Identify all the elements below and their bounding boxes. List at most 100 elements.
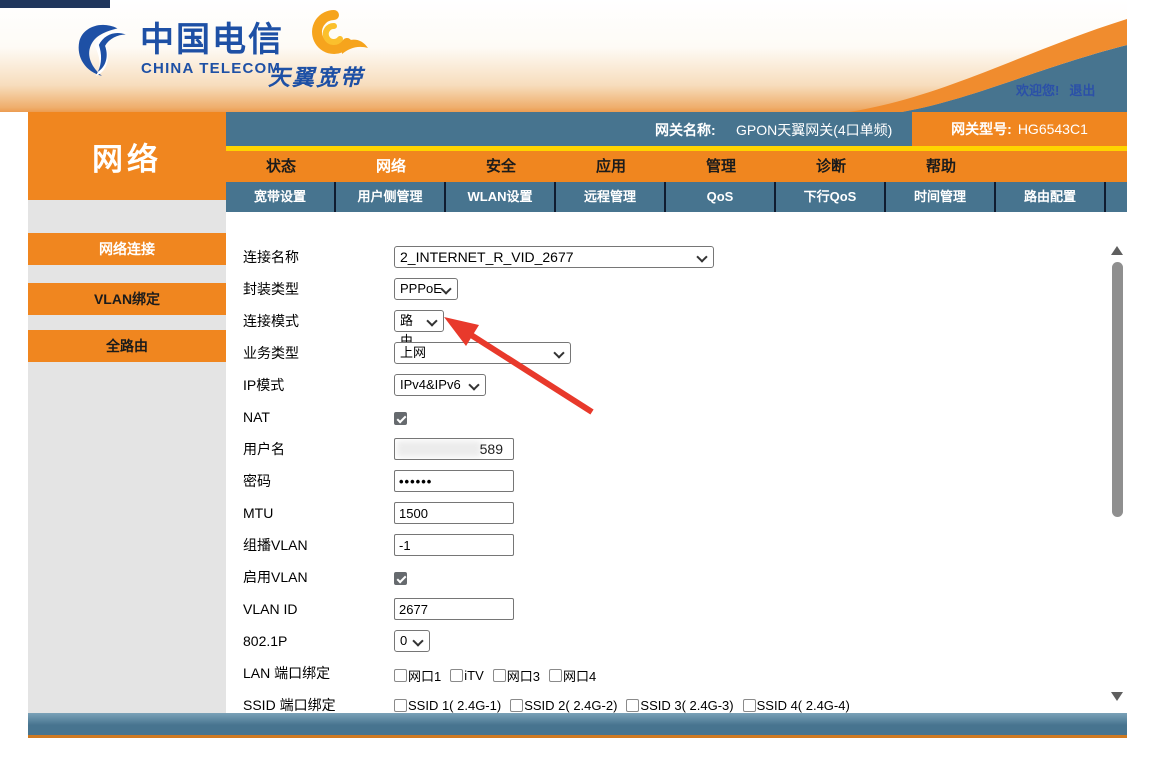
form-row: 业务类型 上网 <box>226 337 1106 369</box>
gateway-name-bar: 网关名称: GPON天翼网关(4口单频) <box>226 112 912 146</box>
form-row: LAN 端口绑定 网口1 iTV 网口3 网口4 <box>226 657 1106 689</box>
logo-text-cn: 中国电信 <box>140 22 284 58</box>
multicast-vlan-label: 组播VLAN <box>243 529 388 561</box>
username-visible-tail: 589 <box>480 441 503 457</box>
form-row: VLAN ID <box>226 593 1106 625</box>
lan-port1-checkbox[interactable] <box>394 669 407 682</box>
sidebar-panel: 网络连接 VLAN绑定 全路由 <box>28 200 226 713</box>
gateway-model-value: HG6543C1 <box>1018 121 1088 137</box>
connection-name-label: 连接名称 <box>243 241 388 273</box>
menu-item-application[interactable]: 应用 <box>556 151 666 182</box>
tab-qos[interactable]: QoS <box>666 182 776 212</box>
service-type-select[interactable]: 上网 <box>394 342 571 364</box>
password-input[interactable] <box>394 470 514 492</box>
encapsulation-type-label: 封装类型 <box>243 273 388 305</box>
gateway-model-label: 网关型号: <box>951 119 1012 139</box>
chevron-down-icon <box>412 635 423 646</box>
logout-link[interactable]: 退出 <box>1069 83 1095 98</box>
tab-downstream-qos[interactable]: 下行QoS <box>776 182 886 212</box>
ip-mode-label: IP模式 <box>243 369 388 401</box>
form-row: 封装类型 PPPoE <box>226 273 1106 305</box>
scrollbar-up-arrow[interactable] <box>1111 246 1123 255</box>
form-row: MTU <box>226 497 1106 529</box>
lan-itv-checkbox[interactable] <box>450 669 463 682</box>
form-row: 802.1P 0 <box>226 625 1106 657</box>
sidebar-item-full-route[interactable]: 全路由 <box>28 330 226 362</box>
ssid2-checkbox[interactable] <box>510 699 523 712</box>
ssid3-checkbox[interactable] <box>626 699 639 712</box>
tab-remote-mgmt[interactable]: 远程管理 <box>556 182 666 212</box>
gateway-model-box: 网关型号: HG6543C1 <box>912 112 1127 146</box>
8021p-label: 802.1P <box>243 625 388 657</box>
bottom-bar <box>28 713 1127 738</box>
form-row: IP模式 IPv4&IPv6 <box>226 369 1106 401</box>
enable-vlan-label: 启用VLAN <box>243 561 388 593</box>
sidebar-item-vlan-binding[interactable]: VLAN绑定 <box>28 283 226 315</box>
mtu-label: MTU <box>243 497 388 529</box>
connection-mode-select[interactable]: 路由 <box>394 310 444 332</box>
lan-port4-checkbox[interactable] <box>549 669 562 682</box>
ssid1-checkbox[interactable] <box>394 699 407 712</box>
connection-mode-label: 连接模式 <box>243 305 388 337</box>
chevron-down-icon <box>440 283 451 294</box>
broadband-settings-form: 连接名称 2_INTERNET_R_VID_2677 封装类型 PPPoE 连接… <box>226 212 1127 713</box>
tab-broadband-settings[interactable]: 宽带设置 <box>226 182 336 212</box>
corner-strip-decoration <box>0 0 110 8</box>
sub-brand-text: 天翼宽带 <box>268 60 364 92</box>
ip-mode-select[interactable]: IPv4&IPv6 <box>394 374 486 396</box>
menu-item-security[interactable]: 安全 <box>446 151 556 182</box>
connection-name-select[interactable]: 2_INTERNET_R_VID_2677 <box>394 246 714 268</box>
vlan-id-label: VLAN ID <box>243 593 388 625</box>
sub-tab-bar: 宽带设置 用户侧管理 WLAN设置 远程管理 QoS 下行QoS 时间管理 路由… <box>226 182 1127 212</box>
sidebar-item-network-connection[interactable]: 网络连接 <box>28 233 226 265</box>
tab-time-mgmt[interactable]: 时间管理 <box>886 182 996 212</box>
menu-item-status[interactable]: 状态 <box>226 151 336 182</box>
menu-item-diagnosis[interactable]: 诊断 <box>776 151 886 182</box>
gateway-name-label: 网关名称: <box>655 120 716 140</box>
chevron-down-icon <box>696 251 707 262</box>
lan-port-checkbox-group: 网口1 iTV 网口3 网口4 <box>394 666 596 685</box>
scrollbar-down-arrow[interactable] <box>1111 692 1123 701</box>
china-telecom-logo-icon <box>72 18 134 80</box>
nat-label: NAT <box>243 401 388 433</box>
main-menu: 状态 网络 安全 应用 管理 诊断 帮助 <box>226 151 1127 182</box>
ssid4-checkbox[interactable] <box>743 699 756 712</box>
form-row: 用户名 589 <box>226 433 1106 465</box>
tianyi-swirl-icon <box>296 10 368 64</box>
chevron-down-icon <box>553 347 564 358</box>
password-label: 密码 <box>243 465 388 497</box>
form-row: 启用VLAN <box>226 561 1106 593</box>
chevron-down-icon <box>426 315 437 326</box>
ssid-checkbox-group: SSID 1( 2.4G-1) SSID 2( 2.4G-2) SSID 3( … <box>394 698 850 713</box>
menu-item-management[interactable]: 管理 <box>666 151 776 182</box>
tab-route-config[interactable]: 路由配置 <box>996 182 1106 212</box>
mtu-input[interactable] <box>394 502 514 524</box>
8021p-select[interactable]: 0 <box>394 630 430 652</box>
form-row: 连接名称 2_INTERNET_R_VID_2677 <box>226 241 1106 273</box>
enable-vlan-checkbox[interactable] <box>394 572 407 585</box>
form-row: 组播VLAN <box>226 529 1106 561</box>
menu-item-help[interactable]: 帮助 <box>886 151 996 182</box>
tab-user-side-mgmt[interactable]: 用户侧管理 <box>336 182 446 212</box>
multicast-vlan-input[interactable] <box>394 534 514 556</box>
encapsulation-type-select[interactable]: PPPoE <box>394 278 458 300</box>
logo-text-en: CHINA TELECOM <box>141 60 281 77</box>
nat-checkbox[interactable] <box>394 412 407 425</box>
tab-wlan-settings[interactable]: WLAN设置 <box>446 182 556 212</box>
welcome-text: 欢迎您! <box>1016 83 1059 98</box>
username-label: 用户名 <box>243 433 388 465</box>
vlan-id-input[interactable] <box>394 598 514 620</box>
form-row: SSID 端口绑定 SSID 1( 2.4G-1) SSID 2( 2.4G-2… <box>226 689 1106 713</box>
ssid-port-binding-label: SSID 端口绑定 <box>243 689 388 713</box>
lan-port3-checkbox[interactable] <box>493 669 506 682</box>
form-row: 密码 <box>226 465 1106 497</box>
redaction-blur <box>397 441 481 457</box>
router-admin-page: 中国电信 CHINA TELECOM 天翼宽带 欢迎您! 退出 网关名称: GPO… <box>0 0 1161 773</box>
form-row: NAT <box>226 401 1106 433</box>
scrollbar-thumb[interactable] <box>1112 262 1123 517</box>
gateway-name-value: GPON天翼网关(4口单频) <box>736 120 892 140</box>
menu-item-network[interactable]: 网络 <box>336 151 446 182</box>
chevron-down-icon <box>468 379 479 390</box>
username-input[interactable]: 589 <box>394 438 514 460</box>
service-type-label: 业务类型 <box>243 337 388 369</box>
